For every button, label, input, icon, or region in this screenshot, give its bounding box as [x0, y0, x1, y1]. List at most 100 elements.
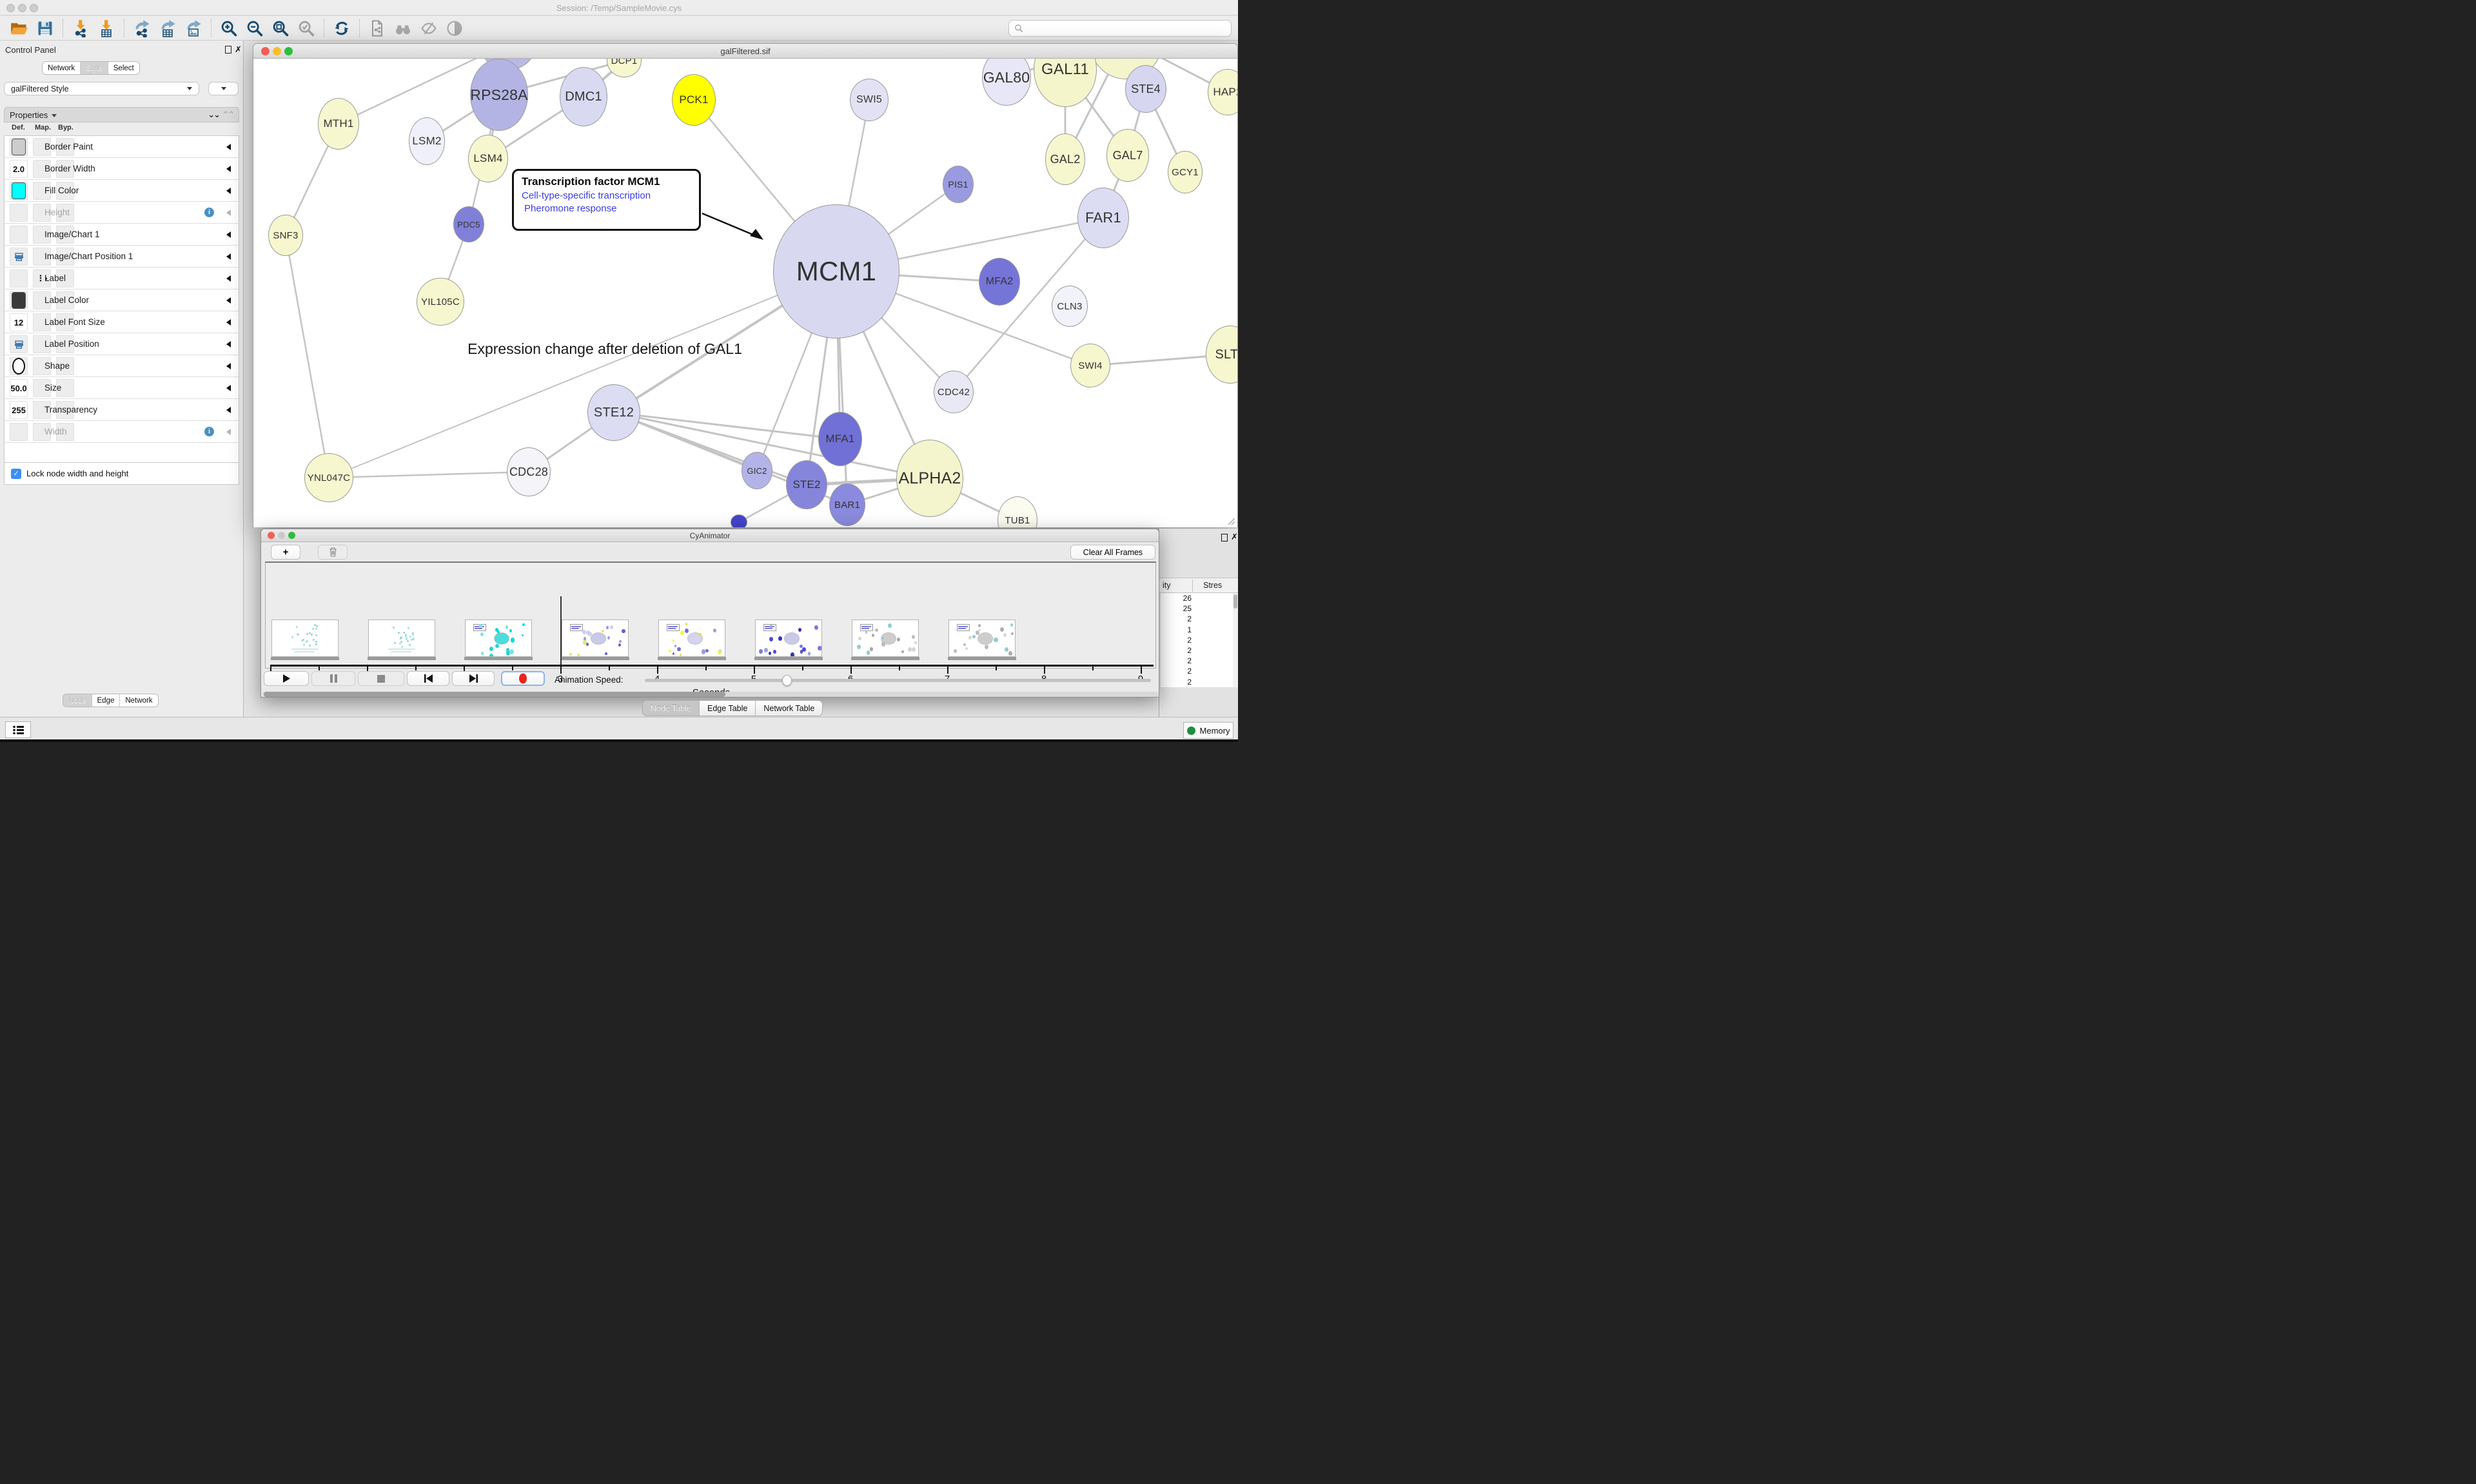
- table-row[interactable]: 2: [1161, 677, 1233, 687]
- zoom-in-icon[interactable]: [218, 19, 240, 38]
- search-binoculars-icon[interactable]: [392, 19, 414, 38]
- import-network-icon[interactable]: [70, 19, 92, 38]
- network-edge[interactable]: [329, 271, 836, 478]
- column-divider[interactable]: [1192, 580, 1193, 592]
- table-row[interactable]: 26: [1161, 593, 1233, 603]
- expand-row-icon[interactable]: [226, 275, 231, 282]
- network-node-cdc28[interactable]: CDC28: [507, 447, 551, 496]
- annotation-link-2[interactable]: Pheromone response: [522, 203, 691, 214]
- expand-row-icon[interactable]: [226, 363, 231, 369]
- tab-select[interactable]: Select: [108, 62, 139, 74]
- float-panel-icon[interactable]: [225, 46, 231, 54]
- network-node-far1[interactable]: FAR1: [1077, 188, 1129, 248]
- network-canvas[interactable]: DCP1RPS28ADMC1PCK1SWI5GAL80GAL11STE4HAP2…: [253, 59, 1237, 527]
- expand-row-icon[interactable]: [226, 166, 231, 172]
- timeline-frame-3[interactable]: [562, 620, 629, 657]
- style-options-button[interactable]: [208, 82, 239, 95]
- export-image-icon[interactable]: [182, 19, 204, 38]
- timeline-frame-6[interactable]: [852, 620, 919, 657]
- zoom-out-icon[interactable]: [244, 19, 266, 38]
- bottom-tab-edge[interactable]: Edge: [92, 694, 121, 707]
- zoom-selected-icon[interactable]: [295, 19, 317, 38]
- float-table-icon[interactable]: [1221, 534, 1228, 542]
- tab-network[interactable]: Network: [43, 62, 81, 74]
- properties-header[interactable]: Properties ⌄⌄ ⌃⌃: [4, 107, 239, 122]
- export-table-icon[interactable]: [157, 19, 179, 38]
- network-window-titlebar[interactable]: galFiltered.sif: [253, 44, 1237, 59]
- property-row-fill-color[interactable]: Fill Color: [5, 180, 239, 202]
- property-row-transparency[interactable]: 255Transparency: [5, 399, 239, 421]
- property-row-size[interactable]: 50.0Size: [5, 377, 239, 399]
- default-value-cell[interactable]: [10, 182, 28, 200]
- property-row-label-color[interactable]: Label Color: [5, 289, 239, 311]
- lock-size-checkbox[interactable]: ✓: [11, 469, 21, 479]
- annotation-link-1[interactable]: Cell-type-specific transcription: [522, 190, 691, 201]
- zoom-fit-icon[interactable]: [270, 19, 291, 38]
- export-network-icon[interactable]: [131, 19, 153, 38]
- animation-speed-slider[interactable]: [645, 679, 1151, 682]
- expand-row-icon[interactable]: [226, 297, 231, 304]
- property-row-label[interactable]: ⋮›Label: [5, 268, 239, 289]
- network-node-dmc1[interactable]: DMC1: [560, 67, 607, 126]
- step-backward-button[interactable]: [407, 671, 449, 686]
- default-value-cell[interactable]: [10, 423, 28, 441]
- step-forward-button[interactable]: [452, 671, 495, 686]
- table-row[interactable]: 2: [1161, 635, 1233, 645]
- network-node-blue1[interactable]: [731, 514, 747, 527]
- stop-button[interactable]: [358, 671, 404, 686]
- style-selector[interactable]: galFiltered Style: [4, 82, 199, 95]
- annotation-box[interactable]: Transcription factor MCM1 Cell-type-spec…: [512, 169, 701, 231]
- property-row-border-paint[interactable]: Border Paint: [5, 136, 239, 158]
- property-row-border-width[interactable]: 2.0Border Width: [5, 158, 239, 180]
- expand-row-icon[interactable]: [226, 144, 231, 150]
- record-button[interactable]: [501, 671, 545, 686]
- clear-all-frames-button[interactable]: Clear All Frames: [1070, 545, 1155, 560]
- timeline-frame-0[interactable]: [271, 620, 339, 657]
- table-row[interactable]: 2: [1161, 614, 1233, 624]
- info-icon[interactable]: i: [204, 427, 214, 436]
- show-panels-button[interactable]: [5, 721, 31, 738]
- open-session-icon[interactable]: [8, 19, 30, 38]
- cyanimator-titlebar[interactable]: CyAnimator: [261, 529, 1159, 542]
- network-node-ynl047c[interactable]: YNL047C: [304, 453, 353, 502]
- network-node-ste2[interactable]: STE2: [786, 460, 827, 509]
- timeline-frame-1[interactable]: [368, 620, 435, 657]
- timeline-frame-7[interactable]: [948, 620, 1016, 657]
- timeline-frame-4[interactable]: [658, 620, 725, 657]
- network-edge[interactable]: [329, 472, 529, 478]
- property-row-height[interactable]: Heighti: [5, 202, 239, 224]
- expand-row-icon[interactable]: [226, 429, 231, 435]
- search-input[interactable]: [1027, 23, 1226, 33]
- slider-handle[interactable]: [782, 675, 792, 686]
- network-node-ste4[interactable]: STE4: [1125, 65, 1166, 113]
- network-node-lsm2[interactable]: LSM2: [409, 117, 445, 165]
- network-node-ste12[interactable]: STE12: [587, 384, 640, 441]
- pause-button[interactable]: [311, 671, 355, 686]
- close-panel-icon[interactable]: ✗: [235, 44, 242, 55]
- network-node-mfa1[interactable]: MFA1: [818, 412, 862, 466]
- network-node-swi5[interactable]: SWI5: [850, 79, 889, 121]
- default-value-cell[interactable]: [10, 357, 28, 375]
- network-node-yil105c[interactable]: YIL105C: [417, 278, 464, 326]
- network-node-gal7[interactable]: GAL7: [1106, 129, 1149, 182]
- playhead[interactable]: [560, 596, 562, 665]
- play-button[interactable]: [264, 671, 309, 686]
- table-row[interactable]: 1: [1161, 625, 1233, 635]
- close-table-icon[interactable]: ✗: [1231, 532, 1238, 542]
- default-value-cell[interactable]: 2.0: [10, 160, 28, 178]
- expand-row-icon[interactable]: [226, 253, 231, 260]
- table-tab-network-table[interactable]: Network Table: [756, 701, 822, 716]
- expand-row-icon[interactable]: [226, 385, 231, 391]
- show-eye-icon[interactable]: [444, 19, 466, 38]
- expand-row-icon[interactable]: [226, 210, 231, 216]
- collapse-all-icon[interactable]: ⌃⌃: [222, 110, 233, 120]
- table-tab-edge-table[interactable]: Edge Table: [700, 701, 756, 716]
- network-node-cln3[interactable]: CLN3: [1052, 286, 1088, 327]
- table-scrollbar[interactable]: [1233, 593, 1238, 687]
- default-value-cell[interactable]: 255: [10, 401, 28, 419]
- network-node-pck1[interactable]: PCK1: [672, 74, 716, 126]
- refresh-layout-icon[interactable]: [331, 19, 353, 38]
- tab-style[interactable]: Style: [81, 62, 108, 74]
- expand-row-icon[interactable]: [226, 407, 231, 413]
- expand-row-icon[interactable]: [226, 341, 231, 347]
